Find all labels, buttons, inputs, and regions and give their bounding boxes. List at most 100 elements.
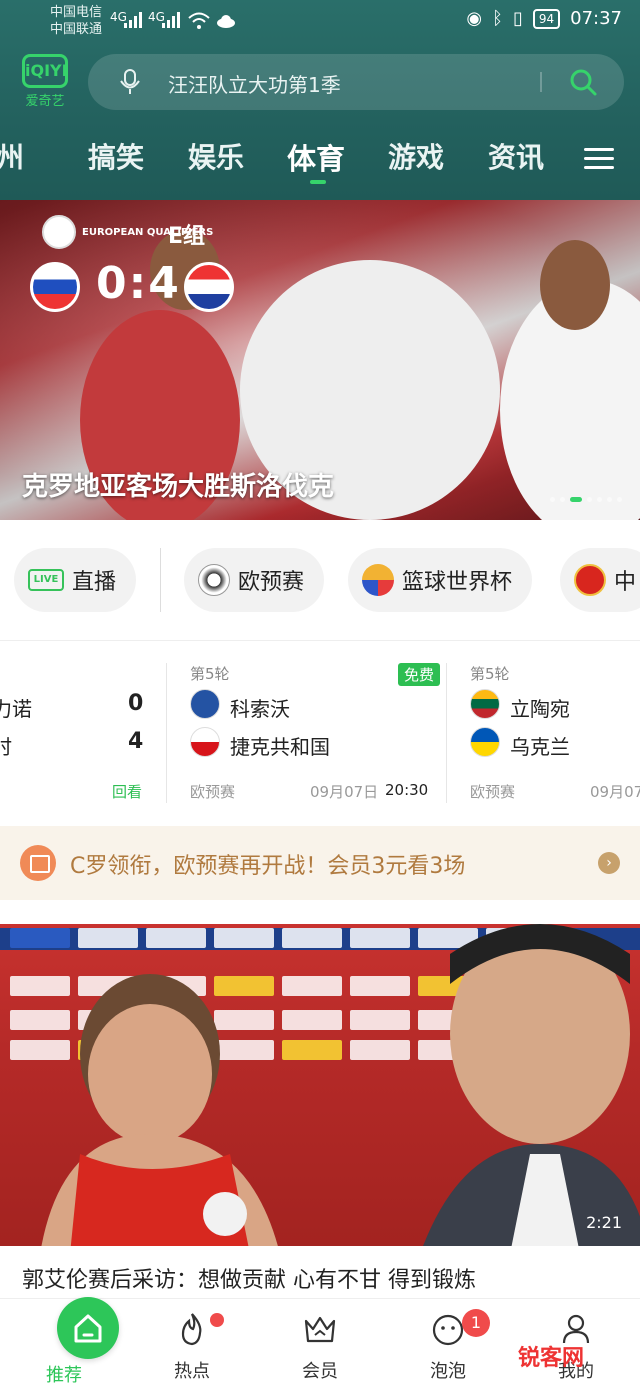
watermark: 锐客网 — [518, 1346, 585, 1371]
ukraine-flag-icon — [470, 727, 500, 757]
clock: 07:37 — [570, 8, 622, 29]
lithuania-flag-icon — [470, 689, 500, 719]
vip-promo-banner[interactable]: C罗领衔，欧预赛再开战！会员3元看3场 › — [0, 826, 640, 900]
carrier-info: 中国电信 中国联通 — [50, 4, 102, 38]
nav-recommend[interactable]: 推荐 — [24, 1297, 119, 1387]
menu-icon[interactable] — [584, 148, 614, 170]
player-head — [540, 240, 610, 330]
team-home: 立陶宛 — [510, 697, 570, 721]
nav-vip[interactable]: 会员 — [280, 1311, 360, 1383]
pill-china[interactable]: 中 — [560, 548, 640, 612]
pill-euro-qualifiers[interactable]: 欧预赛 — [184, 548, 325, 612]
match-card[interactable]: 第5轮 立陶宛 乌克兰 欧预赛 09月07 — [470, 663, 640, 803]
video-title[interactable]: 郭艾伦赛后采访：想做贡献 心有不甘 得到锻炼 — [22, 1262, 476, 1294]
tab-5[interactable]: 资讯 — [488, 136, 544, 176]
nav-label: 推荐 — [46, 1365, 82, 1386]
nav-label: 会员 — [302, 1361, 338, 1382]
pill-live[interactable]: LIVE 直播 — [14, 548, 137, 612]
carrier-2: 中国联通 — [50, 22, 103, 37]
team-away: 乌克兰 — [510, 735, 570, 759]
search-divider — [540, 72, 542, 92]
live-icon: LIVE — [28, 569, 64, 591]
slovakia-flag-icon — [30, 262, 80, 312]
match-league: 欧预赛 — [190, 783, 236, 801]
promo-text: C罗领衔，欧预赛再开战！会员3元看3场 — [70, 854, 466, 879]
match-card[interactable]: 力诺 时 0 4 回看 — [0, 663, 160, 803]
video-thumbnail[interactable]: 2:21 — [0, 924, 640, 1246]
wifi-icon — [188, 12, 210, 29]
score-home: 0 — [128, 691, 144, 716]
carrier-1: 中国电信 — [50, 5, 103, 20]
tab-0[interactable]: 州 — [0, 136, 24, 176]
iqiyi-logo[interactable]: iQIYI 爱奇艺 — [20, 54, 70, 109]
match-league: 欧预赛 — [470, 783, 516, 801]
match-score: 0:4 — [96, 258, 181, 309]
team-away: 时 — [0, 735, 12, 759]
match-card[interactable]: 第5轮 免费 科索沃 捷克共和国 欧预赛 09月07日 20:30 — [190, 663, 440, 803]
pill-label: 直播 — [72, 570, 117, 595]
nav-paopao[interactable]: 1 泡泡 — [408, 1309, 490, 1383]
pill-label: 中 — [614, 570, 637, 595]
bubble-face-icon — [432, 1314, 464, 1346]
signal-icon — [124, 12, 142, 28]
carousel-dots — [550, 497, 622, 502]
active-tab-indicator — [310, 180, 326, 184]
match-date: 09月07日 — [310, 783, 379, 801]
free-badge: 免费 — [398, 663, 440, 686]
video-duration: 2:21 — [586, 1213, 622, 1232]
crown-icon — [304, 1316, 336, 1343]
score-away: 4 — [128, 729, 144, 754]
battery-icon: 94 — [532, 8, 561, 29]
group-label: E组 — [168, 224, 206, 249]
pill-label: 篮球世界杯 — [402, 570, 513, 595]
status-bar: 中国电信 中国联通 4G 4G ◉ ᛒ ▯ 94 07:37 — [0, 0, 640, 44]
match-date: 09月07 — [590, 783, 640, 801]
eye-icon: ◉ — [466, 8, 483, 29]
banner-title: 克罗地亚客场大胜斯洛伐克 — [22, 472, 335, 502]
bluetooth-icon: ᛒ — [492, 8, 503, 29]
team-home: 科索沃 — [230, 697, 290, 721]
channel-tabs: 州 搞笑 娱乐 体育 游戏 资讯 — [0, 134, 640, 184]
china-team-icon — [574, 564, 606, 596]
match-round: 第5轮 — [190, 665, 230, 683]
player-figure — [41, 974, 278, 1246]
replay-link[interactable]: 回看 — [112, 781, 142, 802]
nav-label: 泡泡 — [430, 1361, 466, 1382]
team-home: 力诺 — [0, 697, 32, 721]
pill-basketball-worldcup[interactable]: 篮球世界杯 — [348, 548, 533, 612]
match-round: 第5轮 — [470, 665, 510, 683]
match-list: 力诺 时 0 4 回看 第5轮 免费 科索沃 捷克共和国 欧预赛 09月07日 … — [0, 640, 640, 810]
category-pills: LIVE 直播 欧预赛 篮球世界杯 中 — [0, 548, 640, 614]
tab-4[interactable]: 游戏 — [388, 136, 444, 176]
signal-icon-2 — [162, 12, 180, 28]
chevron-right-icon: › — [598, 852, 620, 874]
logo-mark: iQIYI — [22, 54, 68, 88]
nav-hot[interactable]: 热点 — [152, 1311, 232, 1383]
search-input[interactable]: 汪汪队立大功第1季 — [168, 69, 341, 98]
notification-dot — [210, 1313, 224, 1327]
ball-icon — [42, 215, 76, 249]
tab-1[interactable]: 搞笑 — [88, 136, 144, 176]
croatia-flag-icon — [184, 262, 234, 312]
microphone-icon[interactable] — [116, 68, 144, 96]
tab-2[interactable]: 娱乐 — [188, 136, 244, 176]
status-right: ◉ ᛒ ▯ 94 07:37 — [466, 8, 622, 29]
gift-icon — [20, 845, 56, 881]
vibrate-icon: ▯ — [512, 8, 523, 29]
home-icon — [74, 1314, 102, 1343]
search-icon[interactable] — [568, 67, 598, 97]
home-button[interactable] — [57, 1297, 119, 1359]
match-time: 20:30 — [385, 781, 429, 799]
basketball-worldcup-icon — [362, 564, 394, 596]
logo-text: 爱奇艺 — [25, 94, 65, 109]
euro-qualifiers-icon — [198, 564, 230, 596]
team-away: 捷克共和国 — [230, 735, 330, 759]
pill-label: 欧预赛 — [238, 570, 305, 595]
czech-flag-icon — [190, 727, 220, 757]
search-bar[interactable]: 汪汪队立大功第1季 — [88, 54, 624, 110]
nav-label: 热点 — [174, 1361, 210, 1382]
cloud-icon — [217, 15, 235, 28]
reporter-figure — [423, 924, 640, 1246]
tab-sports[interactable]: 体育 — [287, 136, 345, 178]
kosovo-flag-icon — [190, 689, 220, 719]
